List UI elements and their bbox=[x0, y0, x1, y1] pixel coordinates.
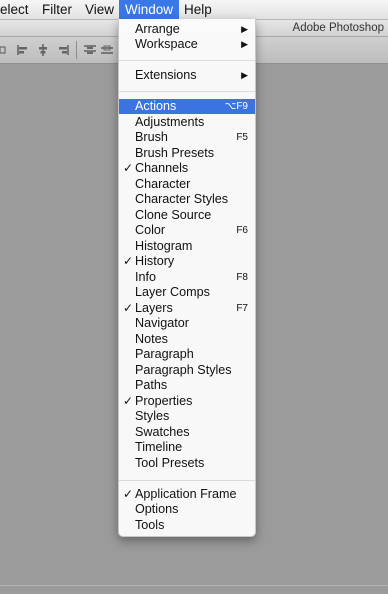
menu-item-properties[interactable]: ✓ Properties bbox=[119, 394, 255, 409]
menu-item-options[interactable]: Options bbox=[119, 502, 255, 517]
menu-item-label: Character Styles bbox=[135, 192, 229, 206]
menu-item-label: Arrange bbox=[135, 22, 180, 36]
menu-item-label: Actions bbox=[135, 99, 177, 113]
menu-item-application-frame[interactable]: ✓ Application Frame bbox=[119, 487, 255, 502]
keyboard-shortcut: F6 bbox=[236, 225, 248, 236]
distribute-vertical-centers-icon[interactable] bbox=[101, 44, 113, 56]
app-title: Adobe Photoshop bbox=[292, 22, 384, 34]
menu-item-label: Adjustments bbox=[135, 114, 205, 129]
menu-item-label: Brush Presets bbox=[135, 145, 215, 160]
menu-item-label: Notes bbox=[135, 331, 168, 346]
menu-item-brush[interactable]: Brush F5 bbox=[119, 130, 255, 145]
menu-item-label: Tool Presets bbox=[135, 455, 205, 470]
menu-item-label: Color bbox=[135, 223, 166, 237]
checkmark-icon: ✓ bbox=[123, 254, 134, 268]
menu-item-label: Tools bbox=[135, 518, 165, 532]
checkmark-icon: ✓ bbox=[123, 300, 134, 315]
menu-item-label: Extensions bbox=[135, 68, 197, 82]
keyboard-shortcut: F5 bbox=[236, 132, 248, 143]
menu-item-label: History bbox=[135, 254, 175, 268]
menu-item-label: Character bbox=[135, 176, 191, 191]
menu-item-adjustments[interactable]: Adjustments bbox=[119, 115, 255, 130]
checkmark-icon: ✓ bbox=[123, 487, 134, 501]
menu-item-label: Options bbox=[135, 502, 179, 516]
menu-item-label: Properties bbox=[135, 393, 193, 408]
window-menu-dropdown: Arrange ▶ Workspace ▶ Extensions ▶ Actio… bbox=[118, 19, 256, 537]
menu-bar: elect Filter View Window Help bbox=[0, 0, 388, 20]
menu-item-label: Paragraph bbox=[135, 347, 194, 361]
menu-item-notes[interactable]: Notes bbox=[119, 332, 255, 347]
menu-item-navigator[interactable]: Navigator bbox=[119, 316, 255, 331]
menu-item-info[interactable]: Info F8 bbox=[119, 270, 255, 285]
keyboard-shortcut: F8 bbox=[236, 271, 248, 283]
menu-item-actions[interactable]: Actions ⌥F9 bbox=[119, 99, 255, 114]
menu-item-color[interactable]: Color F6 bbox=[119, 223, 255, 238]
menu-item-paragraph-styles[interactable]: Paragraph Styles bbox=[119, 363, 255, 378]
menu-item-arrange[interactable]: Arrange ▶ bbox=[119, 22, 255, 37]
menu-item-label: Swatches bbox=[135, 424, 190, 439]
keyboard-shortcut: F7 bbox=[236, 302, 248, 314]
distribute-top-edges-icon[interactable] bbox=[84, 44, 96, 56]
align-bottom-edges-icon[interactable] bbox=[57, 44, 69, 56]
menu-item-label: Timeline bbox=[135, 440, 183, 454]
align-vertical-centers-icon[interactable] bbox=[37, 44, 49, 56]
menu-window[interactable]: Window bbox=[119, 0, 180, 19]
menu-view[interactable]: View bbox=[85, 0, 114, 19]
menu-item-layer-comps[interactable]: Layer Comps bbox=[119, 285, 255, 300]
menu-item-history[interactable]: ✓ History bbox=[119, 254, 255, 269]
menu-item-extensions[interactable]: Extensions ▶ bbox=[119, 68, 255, 83]
menu-item-timeline[interactable]: Timeline bbox=[119, 440, 255, 455]
checkmark-icon: ✓ bbox=[123, 161, 134, 175]
workspace-divider bbox=[0, 585, 388, 586]
menu-item-label: Clone Source bbox=[135, 207, 212, 222]
menu-item-label: Brush bbox=[135, 130, 168, 144]
menu-item-swatches[interactable]: Swatches bbox=[119, 425, 255, 440]
menu-item-layers[interactable]: ✓ Layers F7 bbox=[119, 301, 255, 316]
menu-separator bbox=[119, 60, 255, 61]
menu-item-label: Paths bbox=[135, 378, 168, 392]
menu-item-tool-presets[interactable]: Tool Presets bbox=[119, 456, 255, 471]
toolbar-separator bbox=[76, 41, 77, 59]
menu-item-label: Histogram bbox=[135, 238, 193, 253]
align-top-edges-icon[interactable] bbox=[17, 44, 29, 56]
menu-separator bbox=[119, 480, 255, 481]
menu-item-workspace[interactable]: Workspace ▶ bbox=[119, 37, 255, 52]
menu-item-label: Layer Comps bbox=[135, 285, 210, 299]
menu-item-styles[interactable]: Styles bbox=[119, 409, 255, 424]
menu-item-clone-source[interactable]: Clone Source bbox=[119, 208, 255, 223]
menu-item-character[interactable]: Character bbox=[119, 177, 255, 192]
menu-item-label: Layers bbox=[135, 300, 173, 315]
menu-item-label: Paragraph Styles bbox=[135, 362, 232, 377]
submenu-arrow-icon: ▶ bbox=[241, 24, 248, 34]
menu-filter[interactable]: Filter bbox=[42, 0, 72, 19]
checkmark-icon: ✓ bbox=[123, 393, 134, 408]
menu-item-channels[interactable]: ✓ Channels bbox=[119, 161, 255, 176]
menu-select[interactable]: elect bbox=[0, 0, 29, 19]
keyboard-shortcut: ⌥F9 bbox=[224, 101, 248, 112]
submenu-arrow-icon: ▶ bbox=[241, 70, 248, 80]
menu-item-label: Application Frame bbox=[135, 487, 237, 501]
menu-item-histogram[interactable]: Histogram bbox=[119, 239, 255, 254]
menu-item-label: Workspace bbox=[135, 37, 198, 51]
menu-item-brush-presets[interactable]: Brush Presets bbox=[119, 146, 255, 161]
menu-item-label: Navigator bbox=[135, 316, 189, 330]
menu-item-character-styles[interactable]: Character Styles bbox=[119, 192, 255, 207]
menu-item-label: Styles bbox=[135, 409, 170, 423]
menu-item-label: Channels bbox=[135, 161, 189, 175]
align-left-edges-icon[interactable] bbox=[0, 44, 6, 56]
menu-item-paragraph[interactable]: Paragraph bbox=[119, 347, 255, 362]
menu-item-paths[interactable]: Paths bbox=[119, 378, 255, 393]
menu-item-label: Info bbox=[135, 269, 157, 284]
menu-item-tools[interactable]: Tools bbox=[119, 518, 255, 533]
submenu-arrow-icon: ▶ bbox=[241, 39, 248, 49]
menu-help[interactable]: Help bbox=[184, 0, 212, 19]
menu-separator bbox=[119, 91, 255, 92]
